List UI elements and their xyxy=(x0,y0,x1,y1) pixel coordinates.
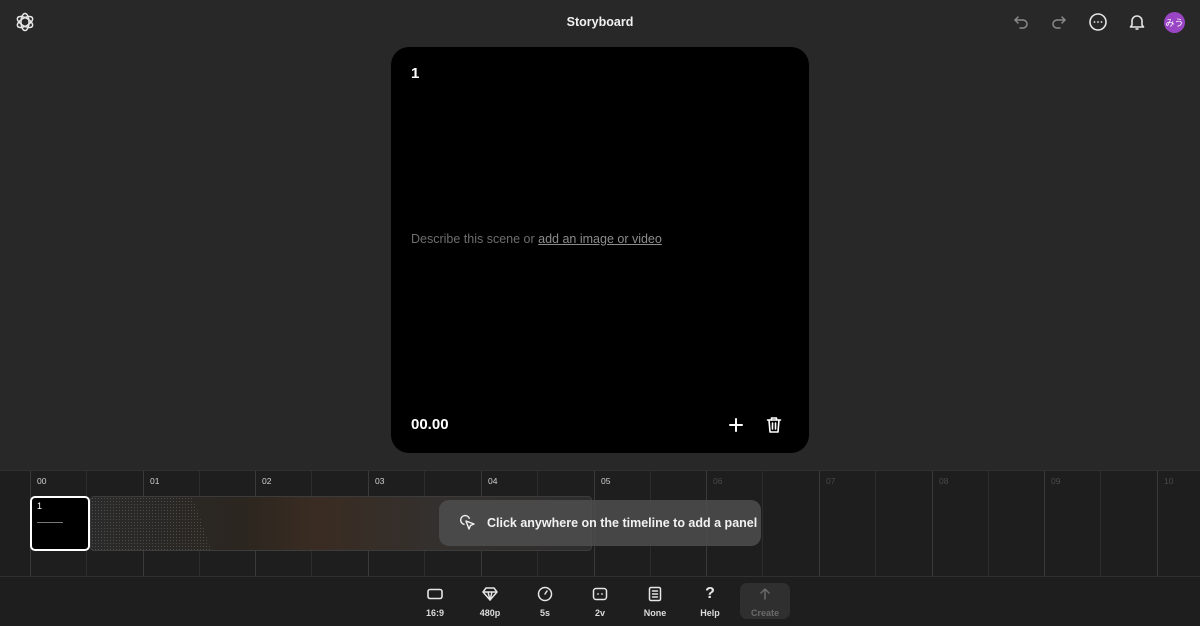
panel-duration-bar xyxy=(37,522,63,523)
timeline-tick-label: 08 xyxy=(939,476,949,486)
scene-number: 1 xyxy=(411,65,420,82)
scene-prompt-text: Describe this scene or xyxy=(411,232,539,246)
timeline-panel[interactable]: 1 xyxy=(30,496,90,551)
scene-prompt[interactable]: Describe this scene or add an image or v… xyxy=(411,232,662,246)
resolution-label: 480p xyxy=(479,608,501,618)
timeline-hint-text: Click anywhere on the timeline to add a … xyxy=(487,516,758,530)
timeline-gridline-minor xyxy=(988,471,989,577)
help-label: Help xyxy=(700,608,720,618)
bottom-toolbar: 16:9 480p 5s 2v None ? Help xyxy=(0,576,1200,626)
duration-label: 5s xyxy=(539,608,550,618)
top-bar: Storyboard みう xyxy=(0,0,1200,46)
diamond-icon xyxy=(481,585,499,603)
duration-button[interactable]: 5s xyxy=(522,585,568,623)
timeline-tick-label: 05 xyxy=(601,476,611,486)
create-button[interactable]: Create xyxy=(740,583,790,619)
create-label: Create xyxy=(750,608,779,618)
preset-label: None xyxy=(643,608,667,618)
panel-number: 1 xyxy=(37,501,43,511)
timeline-tick-label: 01 xyxy=(150,476,160,486)
aspect-ratio-button[interactable]: 16:9 xyxy=(412,585,458,623)
timeline-gridline xyxy=(819,471,820,577)
variations-icon xyxy=(591,585,609,603)
timeline-gridline xyxy=(1157,471,1158,577)
question-icon: ? xyxy=(705,585,715,602)
timeline-gridline-minor xyxy=(875,471,876,577)
timeline-tick-label: 04 xyxy=(488,476,498,486)
plus-icon[interactable] xyxy=(726,415,746,435)
timeline-tick-label: 00 xyxy=(37,476,47,486)
scene-timecode: 00.00 xyxy=(411,416,449,433)
timeline-tick-label: 02 xyxy=(262,476,272,486)
timeline-gridline xyxy=(932,471,933,577)
timeline[interactable]: 1 Click anywhere on the timeline to add … xyxy=(0,470,1200,577)
aspect-ratio-icon xyxy=(426,585,444,603)
resolution-button[interactable]: 480p xyxy=(467,585,513,623)
variations-label: 2v xyxy=(594,608,605,618)
timeline-tick-label: 06 xyxy=(713,476,723,486)
more-icon[interactable] xyxy=(1087,11,1109,33)
add-media-link[interactable]: add an image or video xyxy=(538,232,662,246)
clip-placeholder xyxy=(91,497,211,550)
preset-button[interactable]: None xyxy=(632,585,678,623)
timeline-tick-label: 07 xyxy=(826,476,836,486)
timeline-tick-label: 03 xyxy=(375,476,385,486)
timeline-hint: Click anywhere on the timeline to add a … xyxy=(439,500,761,546)
help-button[interactable]: ? Help xyxy=(687,585,733,623)
variations-button[interactable]: 2v xyxy=(577,585,623,623)
redo-icon[interactable] xyxy=(1048,11,1070,33)
undo-icon[interactable] xyxy=(1010,11,1032,33)
scene-card[interactable]: 1 Describe this scene or add an image or… xyxy=(391,47,809,453)
arrow-up-icon xyxy=(758,587,772,606)
preset-icon xyxy=(646,585,664,603)
avatar[interactable]: みう xyxy=(1164,12,1185,33)
timeline-gridline xyxy=(1044,471,1045,577)
timeline-tick-label: 09 xyxy=(1051,476,1061,486)
bell-icon[interactable] xyxy=(1126,11,1148,33)
aspect-ratio-label: 16:9 xyxy=(425,608,444,618)
timeline-gridline-minor xyxy=(1100,471,1101,577)
trash-icon[interactable] xyxy=(764,415,784,435)
pointer-click-icon xyxy=(460,514,475,530)
timeline-tick-label: 10 xyxy=(1164,476,1174,486)
clock-icon xyxy=(536,585,554,603)
timeline-gridline-minor xyxy=(762,471,763,577)
